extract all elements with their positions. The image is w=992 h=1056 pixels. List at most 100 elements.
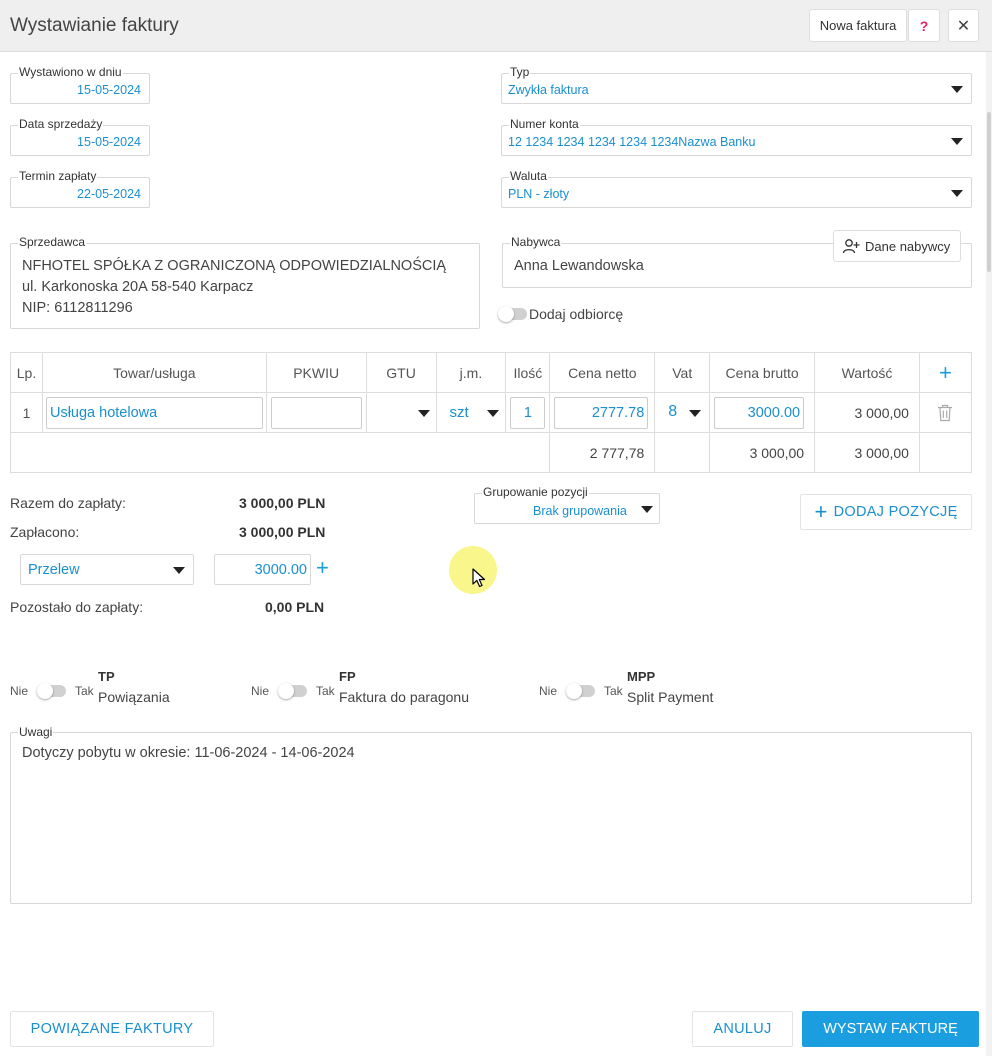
gross-price-input[interactable]: 3000.00 bbox=[714, 397, 805, 429]
chevron-down-icon bbox=[417, 410, 430, 417]
type-select[interactable]: Typ Zwykła faktura bbox=[501, 65, 972, 104]
currency-label: Waluta bbox=[509, 169, 548, 183]
column-header: Ilość bbox=[505, 352, 551, 393]
column-header: Vat bbox=[654, 352, 711, 393]
column-header: Cena netto bbox=[549, 352, 656, 393]
remaining-value: 0,00 PLN bbox=[265, 599, 325, 615]
due-date-value: 22-05-2024 bbox=[77, 187, 141, 201]
buyer-data-label: Dane nabywcy bbox=[865, 238, 951, 254]
related-invoices-button[interactable]: POWIĄZANE FAKTURY bbox=[10, 1011, 214, 1047]
add-position-button[interactable]: + DODAJ POZYCJĘ bbox=[800, 494, 972, 530]
gtu-select[interactable] bbox=[365, 392, 437, 433]
account-select[interactable]: Numer konta 12 1234 1234 1234 1234 1234N… bbox=[501, 117, 972, 156]
tp-yes-label: Tak bbox=[75, 684, 94, 698]
notes-value: Dotyczy pobytu w okresie: 11-06-2024 - 1… bbox=[22, 745, 355, 761]
buyer-data-button[interactable]: Dane nabywcy bbox=[833, 230, 961, 262]
notes-textarea[interactable]: Uwagi Dotyczy pobytu w okresie: 11-06-20… bbox=[10, 725, 972, 904]
total-due-value: 3 000,00 PLN bbox=[239, 495, 326, 511]
paid-label: Zapłacono: bbox=[10, 524, 80, 540]
seller-address: ul. Karkonoska 20A 58-540 Karpacz bbox=[22, 279, 254, 295]
due-date-field[interactable]: Termin zapłaty 22-05-2024 bbox=[10, 169, 150, 208]
remaining-label: Pozostało do zapłaty: bbox=[10, 599, 144, 615]
mouse-cursor-icon bbox=[472, 568, 486, 588]
total-net: 2 777,78 bbox=[549, 432, 656, 473]
plus-icon: + bbox=[814, 499, 828, 524]
currency-select[interactable]: Waluta PLN - złoty bbox=[501, 169, 972, 208]
payment-method-value: Przelew bbox=[28, 562, 80, 578]
tp-toggle[interactable] bbox=[37, 683, 66, 699]
items-table: Lp. Towar/usługa PKWIU GTU j.m. Ilość Ce… bbox=[9, 352, 973, 473]
totals-row: 2 777,78 3 000,00 3 000,00 bbox=[9, 432, 973, 473]
chevron-down-icon bbox=[951, 138, 963, 145]
due-date-label: Termin zapłaty bbox=[18, 169, 98, 183]
type-value: Zwykła faktura bbox=[508, 83, 589, 97]
scrollbar-thumb[interactable] bbox=[987, 112, 991, 272]
paid-value: 3 000,00 PLN bbox=[239, 524, 326, 540]
issued-date-field[interactable]: Wystawiono w dniu 15-05-2024 bbox=[10, 65, 150, 104]
column-header: PKWIU bbox=[265, 352, 367, 393]
chevron-down-icon bbox=[487, 410, 500, 417]
grouping-value: Brak grupowania bbox=[533, 504, 627, 518]
chevron-down-icon bbox=[951, 86, 963, 93]
chevron-down-icon bbox=[173, 567, 185, 574]
chevron-down-icon bbox=[641, 506, 653, 513]
seller-name: NFHOTEL SPÓŁKA Z OGRANICZONĄ ODPOWIEDZIA… bbox=[22, 258, 447, 274]
notes-label: Uwagi bbox=[18, 725, 54, 739]
quantity-input[interactable]: 1 bbox=[510, 397, 546, 429]
issued-date-label: Wystawiono w dniu bbox=[18, 65, 123, 79]
payment-amount-input[interactable]: 3000.00 bbox=[214, 554, 311, 585]
buyer-name: Anna Lewandowska bbox=[514, 258, 644, 274]
tp-code: TP bbox=[98, 669, 115, 684]
fp-yes-label: Tak bbox=[316, 684, 335, 698]
seller-nip: NIP: 6112811296 bbox=[22, 300, 133, 316]
trash-icon[interactable] bbox=[937, 404, 953, 422]
sale-date-value: 15-05-2024 bbox=[77, 135, 141, 149]
tp-no-label: Nie bbox=[10, 684, 29, 698]
scrollbar[interactable] bbox=[986, 52, 992, 1056]
chevron-down-icon bbox=[689, 410, 702, 417]
add-row-icon[interactable]: + bbox=[918, 352, 973, 393]
new-invoice-button[interactable]: Nowa faktura bbox=[809, 9, 907, 42]
grouping-select[interactable]: Grupowanie pozycji Brak grupowania bbox=[474, 485, 660, 524]
column-header: Lp. bbox=[10, 352, 43, 393]
item-name-input[interactable]: Usługa hotelowa bbox=[45, 397, 263, 429]
fp-toggle[interactable] bbox=[278, 683, 307, 699]
fp-no-label: Nie bbox=[251, 684, 270, 698]
dialog-title: Wystawianie faktury bbox=[10, 15, 179, 36]
sale-date-field[interactable]: Data sprzedaży 15-05-2024 bbox=[10, 117, 150, 156]
close-icon[interactable]: ✕ bbox=[948, 9, 979, 42]
tp-desc: Powiązania bbox=[98, 689, 170, 705]
add-payment-icon[interactable]: + bbox=[316, 556, 329, 580]
help-button[interactable]: ? bbox=[908, 9, 940, 42]
payment-method-select[interactable]: Przelew bbox=[20, 554, 194, 585]
seller-box: Sprzedawca NFHOTEL SPÓŁKA Z OGRANICZONĄ … bbox=[10, 235, 480, 329]
pkwiu-input[interactable] bbox=[270, 397, 362, 429]
net-price-input[interactable]: 2777.78 bbox=[554, 397, 649, 429]
dialog-header: Wystawianie faktury Nowa faktura ? ✕ bbox=[0, 0, 992, 52]
mpp-no-label: Nie bbox=[539, 684, 558, 698]
issue-invoice-button[interactable]: WYSTAW FAKTURĘ bbox=[802, 1011, 979, 1047]
add-recipient-toggle[interactable] bbox=[498, 306, 527, 322]
mpp-toggle[interactable] bbox=[566, 683, 595, 699]
unit-select[interactable]: szt bbox=[435, 392, 507, 433]
mpp-desc: Split Payment bbox=[627, 689, 714, 705]
vat-select[interactable]: 8 bbox=[654, 392, 711, 433]
chevron-down-icon bbox=[951, 190, 963, 197]
total-gross: 3 000,00 bbox=[709, 432, 816, 473]
issued-date-value: 15-05-2024 bbox=[77, 83, 141, 97]
account-value: 12 1234 1234 1234 1234 1234Nazwa Banku bbox=[508, 135, 756, 149]
total-value: 3 000,00 bbox=[814, 432, 920, 473]
cancel-button[interactable]: ANULUJ bbox=[692, 1011, 793, 1047]
fp-code: FP bbox=[339, 669, 356, 684]
column-header: GTU bbox=[365, 352, 437, 393]
row-value: 3 000,00 bbox=[814, 392, 920, 433]
mpp-code: MPP bbox=[627, 669, 656, 684]
column-header: Wartość bbox=[814, 352, 920, 393]
payment-amount-value: 3000.00 bbox=[254, 562, 307, 578]
sale-date-label: Data sprzedaży bbox=[18, 117, 104, 131]
add-recipient-label: Dodaj odbiorcę bbox=[529, 306, 624, 322]
type-label: Typ bbox=[509, 65, 531, 79]
fp-desc: Faktura do paragonu bbox=[339, 689, 469, 705]
currency-value: PLN - złoty bbox=[508, 187, 570, 201]
total-due-label: Razem do zapłaty: bbox=[10, 495, 126, 511]
